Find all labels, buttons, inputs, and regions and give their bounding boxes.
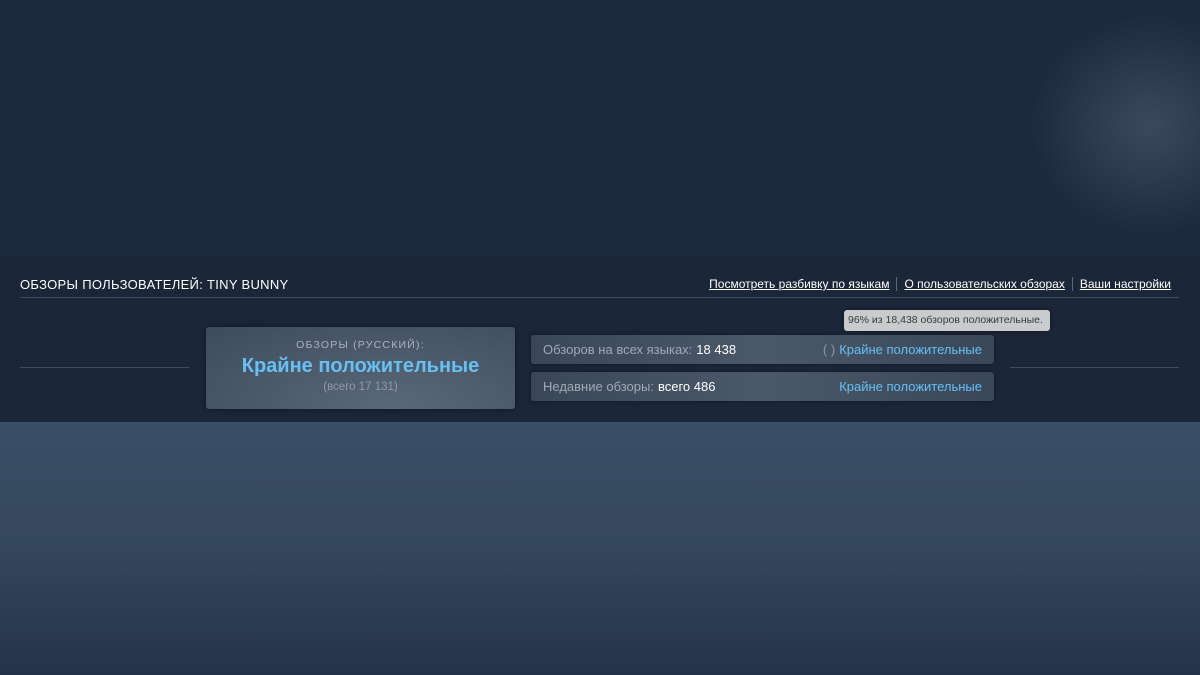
summary-total: (всего 17 131) (323, 381, 398, 393)
all-languages-parens: ( ) (822, 342, 836, 357)
divider-right (1010, 367, 1179, 368)
blurred-header-background (0, 0, 1200, 255)
all-languages-reviews-row[interactable]: Обзоров на всех языках: 18 438 ( ) Крайне… (531, 335, 994, 364)
recent-label: Недавние обзоры: (543, 379, 654, 394)
divider (20, 297, 1179, 298)
blurred-content-background (0, 422, 1200, 675)
all-languages-rating[interactable]: Крайне положительные (839, 342, 982, 357)
review-summary-box[interactable]: ОБЗОРЫ (РУССКИЙ): Крайне положительные (… (206, 327, 515, 409)
recent-count: всего 486 (657, 379, 716, 394)
summary-label: ОБЗОРЫ (РУССКИЙ): (296, 339, 425, 351)
review-links: Посмотреть разбивку по языкам О пользова… (702, 277, 1178, 291)
recent-reviews-row[interactable]: Недавние обзоры: всего 486 Крайне положи… (531, 372, 994, 401)
all-languages-count: 18 438 (696, 342, 737, 357)
divider-left (20, 367, 189, 368)
recent-rating[interactable]: Крайне положительные (839, 379, 982, 394)
rating-tooltip: 96% из 18,438 обзоров положительные. (844, 310, 1050, 331)
all-languages-label: Обзоров на всех языках: (543, 342, 693, 357)
your-settings-link[interactable]: Ваши настройки (1071, 277, 1178, 291)
language-breakdown-link[interactable]: Посмотреть разбивку по языкам (702, 277, 896, 291)
about-reviews-link[interactable]: О пользовательских обзорах (896, 277, 1071, 291)
section-title: ОБЗОРЫ ПОЛЬЗОВАТЕЛЕЙ: TINY BUNNY (20, 277, 289, 292)
summary-rating: Крайне положительные (241, 355, 480, 377)
